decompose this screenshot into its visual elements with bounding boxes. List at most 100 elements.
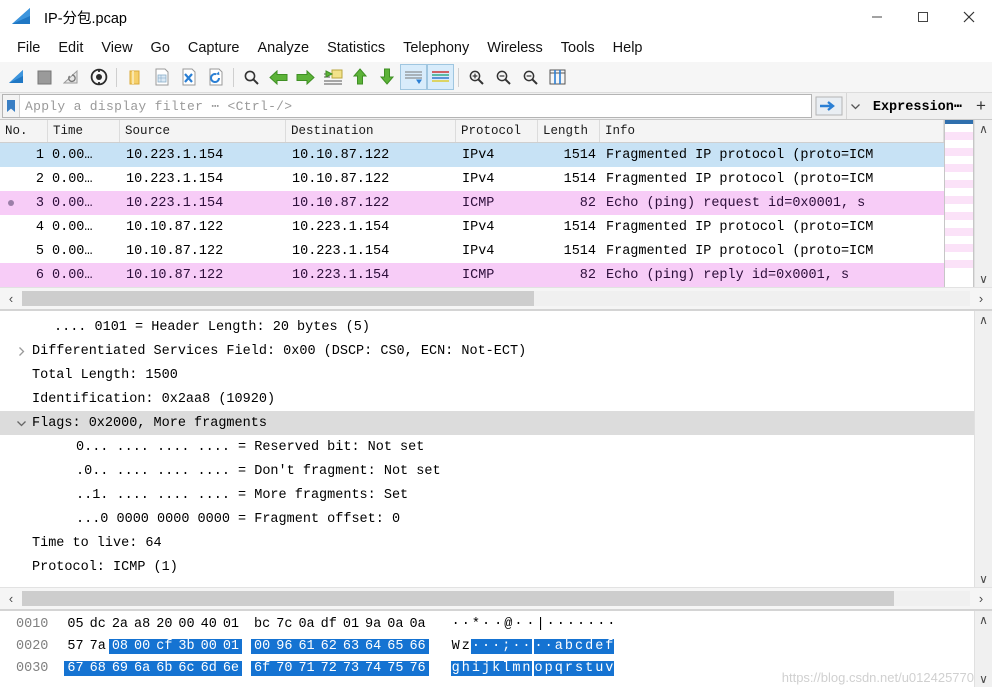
ascii-char[interactable]: s — [573, 660, 585, 676]
hscroll-track[interactable] — [22, 291, 970, 306]
hex-byte[interactable]: 65 — [384, 638, 407, 654]
ascii-char[interactable]: d — [584, 638, 595, 654]
colorize-icon[interactable] — [427, 64, 454, 90]
hex-byte[interactable]: 01 — [220, 617, 242, 632]
packet-list-hscrollbar[interactable]: ‹ › — [0, 287, 992, 309]
scroll-left-arrow-icon[interactable]: ‹ — [0, 591, 22, 606]
go-forward-icon[interactable] — [292, 64, 319, 90]
table-row[interactable]: 5 0.00… 10.10.87.122 10.223.1.154 IPv4 1514 Fr… — [0, 239, 944, 263]
hex-byte[interactable]: 6e — [219, 660, 243, 676]
menu-statistics[interactable]: Statistics — [318, 38, 394, 58]
tree-item[interactable]: Identification: 0x2aa8 (10920) — [0, 387, 974, 411]
hex-byte[interactable]: 0a — [384, 617, 406, 632]
close-file-icon[interactable] — [175, 64, 202, 90]
hex-byte[interactable]: 6f — [251, 660, 274, 676]
ascii-char[interactable]: l — [501, 660, 512, 676]
hex-byte[interactable]: 08 — [108, 638, 132, 654]
scroll-down-arrow-icon[interactable]: ∨ — [975, 670, 992, 687]
hex-byte[interactable]: 7a — [87, 639, 109, 654]
hex-byte[interactable]: 69 — [108, 660, 132, 676]
hex-byte[interactable]: 61 — [295, 638, 318, 654]
zoom-in-icon[interactable] — [463, 64, 490, 90]
hex-byte[interactable]: 00 — [197, 638, 220, 654]
hex-byte[interactable]: 64 — [362, 638, 385, 654]
ascii-char[interactable]: u — [594, 660, 605, 676]
hex-byte[interactable]: 76 — [406, 660, 429, 676]
chevron-right-icon[interactable] — [14, 346, 28, 356]
column-header-info[interactable]: Info — [600, 120, 944, 142]
tree-item[interactable]: Differentiated Services Field: 0x00 (DSC… — [0, 339, 974, 363]
scroll-down-arrow-icon[interactable]: ∨ — [975, 270, 992, 287]
ascii-char[interactable]: g — [450, 660, 461, 676]
stop-capture-icon[interactable] — [31, 64, 58, 90]
detail-vscrollbar[interactable]: ∧ ∨ — [974, 311, 992, 587]
ascii-char[interactable]: k — [491, 660, 502, 676]
ascii-char[interactable]: · — [470, 638, 481, 654]
hex-bytes-column[interactable]: 05 dc 2a a8 20 00 40 01 bc 7c 0a df 01 9a 0a 0a 57 7a 08 00… — [58, 613, 429, 687]
table-row[interactable]: 6 0.00… 10.10.87.122 10.223.1.154 ICMP 82 Echo… — [0, 263, 944, 287]
table-row[interactable]: 3 0.00… 10.223.1.154 10.10.87.122 ICMP 82 Echo… — [0, 191, 944, 215]
ascii-char[interactable]: p — [543, 660, 554, 676]
ascii-char[interactable]: · — [461, 617, 471, 632]
hex-byte[interactable]: 6c — [175, 660, 198, 676]
menu-wireless[interactable]: Wireless — [478, 38, 552, 58]
scroll-up-arrow-icon[interactable]: ∧ — [975, 120, 992, 137]
menu-edit[interactable]: Edit — [49, 38, 92, 58]
auto-scroll-icon[interactable] — [400, 64, 427, 90]
hex-byte[interactable]: 74 — [362, 660, 385, 676]
table-row[interactable]: 4 0.00… 10.10.87.122 10.223.1.154 IPv4 1514 Fr… — [0, 215, 944, 239]
hex-byte[interactable]: df — [318, 617, 340, 632]
tree-item[interactable]: Total Length: 1500 — [0, 363, 974, 387]
scroll-right-arrow-icon[interactable]: › — [970, 291, 992, 306]
hex-byte[interactable]: 67 — [64, 660, 87, 676]
ascii-char[interactable]: ; — [501, 638, 512, 654]
hex-byte[interactable]: 6a — [131, 660, 154, 676]
scroll-up-arrow-icon[interactable]: ∧ — [975, 311, 992, 328]
capture-options-icon[interactable] — [85, 64, 112, 90]
apply-filter-button[interactable] — [812, 93, 846, 119]
ascii-char[interactable]: v — [604, 660, 615, 676]
menu-analyze[interactable]: Analyze — [248, 38, 318, 58]
detail-hscrollbar[interactable]: ‹ › — [0, 587, 992, 609]
start-capture-icon[interactable] — [4, 64, 31, 90]
ascii-char[interactable]: · — [480, 638, 492, 654]
ascii-char[interactable]: · — [546, 617, 556, 632]
open-file-icon[interactable] — [121, 64, 148, 90]
chevron-down-icon[interactable] — [14, 420, 28, 427]
close-button[interactable] — [946, 0, 992, 34]
ascii-char[interactable]: · — [543, 638, 554, 654]
menu-help[interactable]: Help — [604, 38, 652, 58]
ascii-char[interactable]: · — [491, 638, 502, 654]
ascii-char[interactable]: r — [563, 660, 574, 676]
hex-byte[interactable]: 00 — [251, 638, 274, 654]
zoom-reset-icon[interactable] — [517, 64, 544, 90]
hex-byte[interactable]: 72 — [317, 660, 340, 676]
ascii-char[interactable]: @ — [503, 617, 513, 632]
hscroll-track[interactable] — [22, 591, 970, 606]
scroll-down-arrow-icon[interactable]: ∨ — [975, 570, 992, 587]
ascii-char[interactable]: · — [533, 638, 544, 654]
hex-byte[interactable]: 75 — [384, 660, 407, 676]
ascii-char[interactable]: z — [461, 639, 471, 654]
column-header-destination[interactable]: Destination — [286, 120, 456, 142]
find-packet-icon[interactable] — [238, 64, 265, 90]
hex-byte[interactable]: 20 — [153, 617, 175, 632]
ascii-char[interactable]: o — [533, 660, 544, 676]
hex-byte[interactable]: 05 — [64, 617, 86, 632]
hex-byte[interactable]: 9a — [362, 617, 384, 632]
ascii-char[interactable]: m — [511, 660, 522, 676]
tree-item[interactable]: ..1. .... .... .... = More fragments: Se… — [0, 483, 974, 507]
menu-view[interactable]: View — [92, 38, 141, 58]
ascii-char[interactable]: · — [451, 617, 461, 632]
ascii-char[interactable]: · — [566, 617, 576, 632]
hex-byte[interactable]: dc — [87, 617, 109, 632]
maximize-button[interactable] — [900, 0, 946, 34]
hex-byte[interactable]: 63 — [339, 638, 363, 654]
hex-byte[interactable]: 0a — [406, 617, 428, 632]
hex-byte[interactable]: 0a — [295, 617, 317, 632]
hex-byte[interactable]: 6b — [153, 660, 176, 676]
ascii-char[interactable]: j — [480, 660, 492, 676]
tree-item[interactable]: Flags: 0x2000, More fragments — [0, 411, 974, 435]
hscroll-thumb[interactable] — [22, 591, 895, 606]
intelligent-scrollbar-minimap[interactable] — [944, 120, 974, 287]
